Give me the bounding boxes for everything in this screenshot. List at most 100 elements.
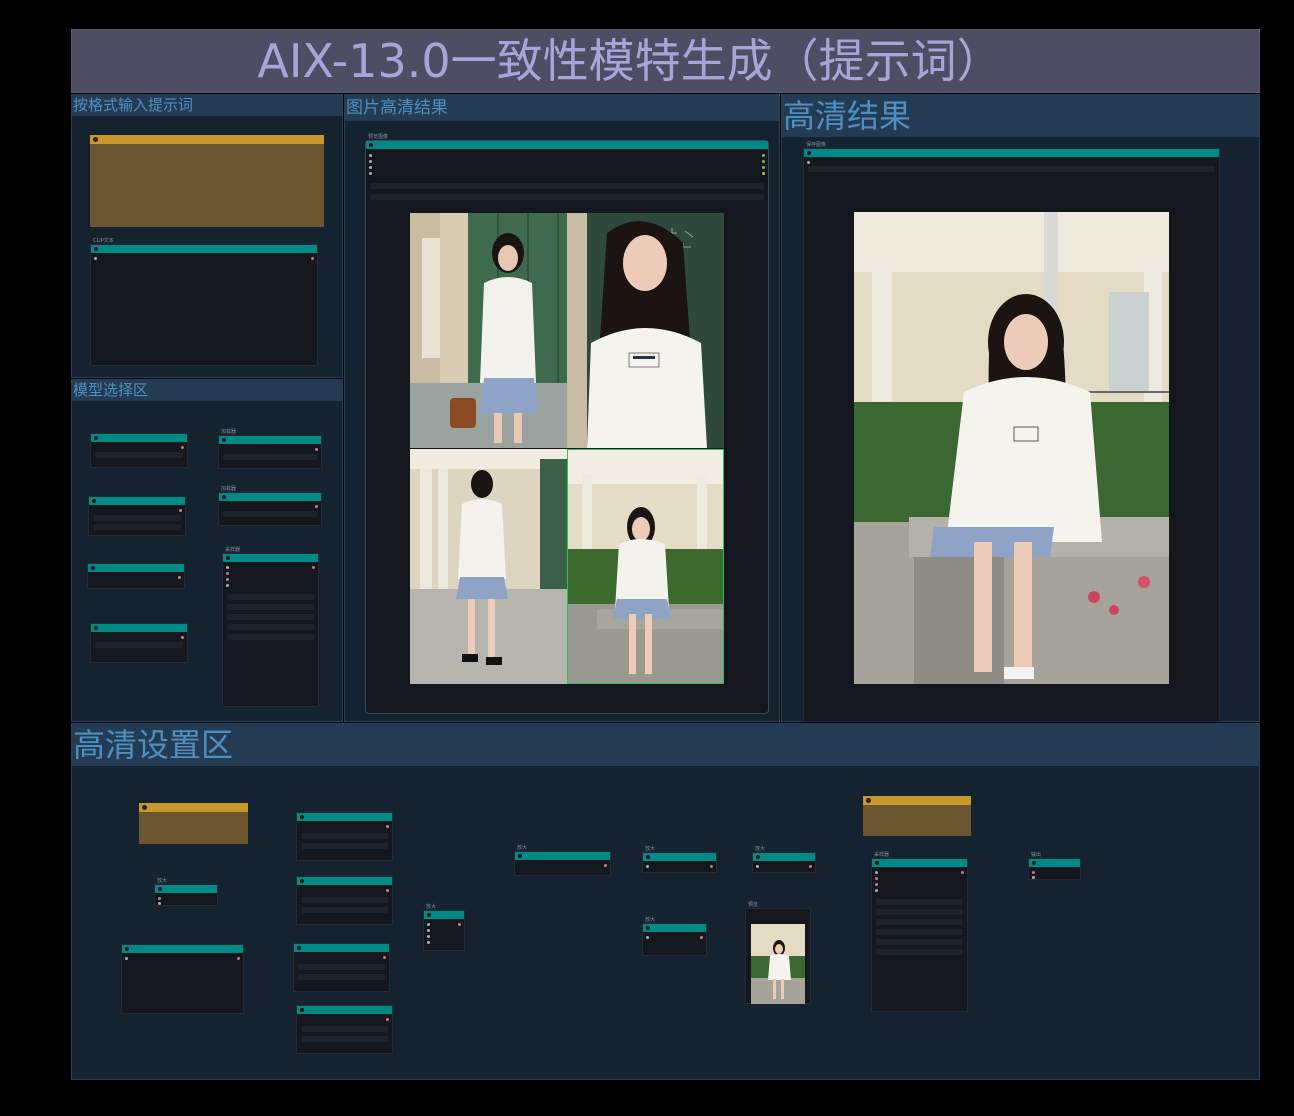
node-widget[interactable]: [227, 634, 314, 640]
settings-node-b[interactable]: [121, 944, 244, 1014]
input-slot[interactable]: [369, 154, 372, 157]
input-slot[interactable]: [226, 584, 229, 587]
output-slot[interactable]: [809, 865, 812, 868]
photo-model-walking[interactable]: [410, 449, 567, 684]
output-slot[interactable]: [386, 1018, 389, 1021]
node-header[interactable]: [297, 877, 392, 885]
output-slot[interactable]: [762, 172, 765, 175]
photo-model-chalkboard[interactable]: [567, 213, 724, 448]
settings-note-node-a[interactable]: [139, 803, 248, 844]
output-slot[interactable]: [181, 446, 184, 449]
node-widget[interactable]: [223, 511, 317, 517]
input-slot[interactable]: [875, 883, 878, 886]
input-slot[interactable]: [226, 572, 229, 575]
node-widget[interactable]: [301, 843, 388, 849]
prompt-note-node[interactable]: [90, 135, 324, 227]
group-title-hd-settings[interactable]: 高清设置区: [72, 724, 1259, 766]
output-node[interactable]: 输出: [1028, 852, 1081, 880]
output-slot[interactable]: [961, 871, 964, 874]
node-header[interactable]: [297, 813, 392, 821]
input-slot[interactable]: [94, 257, 97, 260]
node-widget[interactable]: [227, 594, 314, 600]
input-slot[interactable]: [875, 889, 878, 892]
input-slot[interactable]: [875, 877, 878, 880]
node-widget[interactable]: [227, 614, 314, 620]
group-title-model-select[interactable]: 模型选择区: [72, 380, 342, 401]
sampler-node[interactable]: 采样器: [222, 547, 319, 707]
node-widget[interactable]: [876, 949, 963, 955]
upscale-node-e[interactable]: 放大: [642, 917, 707, 956]
node-widget[interactable]: [370, 194, 764, 200]
upscale-node-b[interactable]: 放大: [423, 904, 465, 951]
node-widget[interactable]: [301, 907, 388, 913]
node-header[interactable]: [219, 493, 321, 501]
model-node-3[interactable]: [87, 563, 185, 589]
node-header[interactable]: [219, 436, 321, 444]
model-node-2[interactable]: [88, 496, 186, 536]
input-slot[interactable]: [1032, 876, 1035, 879]
node-header[interactable]: [155, 885, 217, 893]
node-header[interactable]: [424, 911, 464, 919]
input-slot[interactable]: [226, 578, 229, 581]
note-header[interactable]: [90, 135, 324, 144]
clip-text-node[interactable]: CLIP文本: [90, 238, 318, 366]
node-widget[interactable]: [876, 919, 963, 925]
node-widget[interactable]: [876, 939, 963, 945]
group-title-hd-result[interactable]: 高清结果: [782, 95, 1259, 137]
output-slot[interactable]: [762, 166, 765, 169]
sampler-hd-node[interactable]: 采样器: [871, 852, 968, 1012]
group-hd-settings[interactable]: 高清设置区: [71, 723, 1260, 1080]
output-slot[interactable]: [179, 509, 182, 512]
node-widget[interactable]: [301, 1026, 388, 1032]
input-slot[interactable]: [125, 957, 128, 960]
photo-thumb-result[interactable]: [751, 924, 805, 1004]
output-slot[interactable]: [386, 825, 389, 828]
input-slot[interactable]: [427, 929, 430, 932]
input-slot[interactable]: [646, 936, 649, 939]
input-slot[interactable]: [646, 865, 649, 868]
group-title-prompt-input[interactable]: 按格式输入提示词: [72, 95, 342, 116]
upscale-node-a[interactable]: 放大: [154, 878, 218, 906]
output-slot[interactable]: [181, 636, 184, 639]
input-slot[interactable]: [369, 160, 372, 163]
node-widget[interactable]: [93, 524, 181, 530]
output-slot[interactable]: [762, 160, 765, 163]
output-slot[interactable]: [312, 566, 315, 569]
model-node-1[interactable]: [90, 433, 188, 468]
settings-node-c[interactable]: [296, 812, 393, 861]
node-header[interactable]: [91, 245, 317, 253]
group-title-image-hd[interactable]: 图片高清结果: [345, 95, 779, 121]
node-header[interactable]: [223, 554, 318, 562]
output-slot[interactable]: [386, 889, 389, 892]
node-widget[interactable]: [876, 909, 963, 915]
output-slot[interactable]: [178, 576, 181, 579]
node-header[interactable]: [753, 853, 815, 861]
output-slot[interactable]: [700, 936, 703, 939]
input-slot[interactable]: [756, 865, 759, 868]
node-header[interactable]: [88, 564, 184, 572]
node-widget[interactable]: [876, 899, 963, 905]
node-header[interactable]: [872, 859, 967, 867]
input-slot[interactable]: [875, 871, 878, 874]
node-widget[interactable]: [223, 454, 317, 460]
node-widget[interactable]: [93, 515, 181, 521]
photo-hd-result[interactable]: [854, 212, 1169, 684]
input-slot[interactable]: [1032, 871, 1035, 874]
node-header[interactable]: [122, 945, 243, 953]
node-header[interactable]: [297, 1006, 392, 1014]
output-slot[interactable]: [604, 864, 607, 867]
node-header[interactable]: [1029, 859, 1080, 867]
node-widget[interactable]: [298, 974, 385, 980]
node-header[interactable]: [515, 852, 610, 860]
input-slot[interactable]: [158, 897, 161, 900]
input-slot[interactable]: [427, 935, 430, 938]
input-slot[interactable]: [369, 172, 372, 175]
output-slot[interactable]: [315, 448, 318, 451]
upscale-node-d[interactable]: 放大: [642, 846, 717, 873]
note-header[interactable]: [863, 796, 971, 805]
output-slot[interactable]: [383, 956, 386, 959]
node-header[interactable]: [643, 853, 716, 861]
node-widget[interactable]: [227, 604, 314, 610]
settings-node-d[interactable]: [296, 876, 393, 925]
node-header[interactable]: [91, 624, 187, 632]
